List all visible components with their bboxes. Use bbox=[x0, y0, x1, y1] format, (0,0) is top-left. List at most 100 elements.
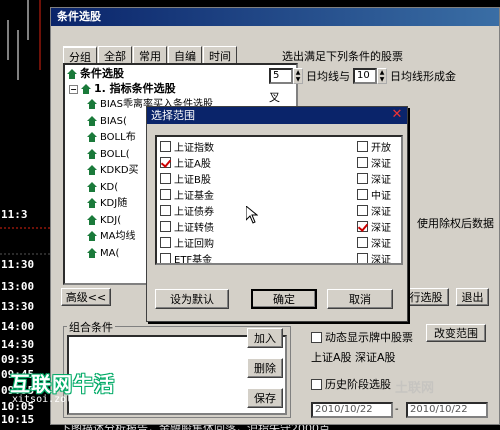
range-checkbox[interactable] bbox=[160, 188, 171, 200]
date-range-separator: - bbox=[395, 404, 399, 415]
ma-long-spinner[interactable]: ▲ ▼ bbox=[377, 68, 387, 84]
tree-item[interactable]: BIAS( bbox=[87, 115, 127, 128]
range-checkbox[interactable] bbox=[160, 172, 171, 184]
watermark-corner: 土联网 bbox=[395, 381, 435, 396]
date-from-input[interactable]: 2010/10/22 bbox=[311, 402, 393, 418]
tab-common[interactable]: 常用 bbox=[133, 46, 167, 63]
range-checkbox[interactable] bbox=[357, 236, 368, 248]
watermark-logo: 互联网牛活 bbox=[10, 372, 115, 396]
ok-button[interactable]: 确定 bbox=[251, 289, 317, 309]
tab-group[interactable]: 分组 bbox=[63, 46, 97, 64]
range-item[interactable]: 深证 bbox=[357, 218, 391, 234]
range-item[interactable]: 上证B股 bbox=[160, 170, 211, 186]
tree-item[interactable]: MA均线 bbox=[87, 231, 135, 243]
range-item[interactable]: 上证基金 bbox=[160, 186, 214, 202]
range-item[interactable]: 深证 bbox=[357, 154, 391, 170]
range-checkbox[interactable] bbox=[357, 252, 368, 263]
ma-long-input[interactable]: 10 bbox=[353, 68, 377, 84]
ma-short-input[interactable]: 5 bbox=[269, 68, 293, 84]
range-item[interactable]: 深证 bbox=[357, 234, 391, 250]
advanced-button[interactable]: 高级<< bbox=[61, 288, 111, 306]
time-label: 14:30 bbox=[1, 338, 35, 351]
group-condition-label: 组合条件 bbox=[67, 319, 115, 335]
range-item[interactable]: 上证转债 bbox=[160, 218, 214, 234]
range-item[interactable]: 上证债券 bbox=[160, 202, 214, 218]
tree-item[interactable]: KDJ随 bbox=[87, 198, 127, 210]
range-checkbox[interactable] bbox=[160, 156, 171, 168]
range-checkbox[interactable] bbox=[357, 188, 368, 200]
collapse-icon[interactable]: − bbox=[69, 85, 78, 94]
range-item[interactable]: 上证A股 bbox=[160, 154, 211, 170]
ma-params: 5 ▲ ▼ 日均线与 10 ▲ ▼ 日均线形成金 bbox=[269, 68, 459, 84]
range-item[interactable]: 上证指数 bbox=[160, 138, 214, 154]
ma-short-spinner[interactable]: ▲ ▼ bbox=[293, 68, 303, 84]
execute-select-button[interactable]: 行选股 bbox=[403, 288, 449, 306]
main-titlebar[interactable]: 条件选股 bbox=[51, 8, 499, 26]
time-label: 11:30 bbox=[1, 258, 35, 271]
range-checkbox[interactable] bbox=[357, 172, 368, 184]
formula-icon bbox=[87, 181, 97, 192]
change-range-button[interactable]: 改变范围 bbox=[426, 324, 486, 342]
range-item[interactable]: 中证 bbox=[357, 186, 391, 202]
dynamic-display-check[interactable] bbox=[311, 331, 322, 343]
formula-icon bbox=[87, 132, 97, 142]
formula-icon bbox=[87, 165, 97, 175]
tree-item[interactable]: MA( bbox=[87, 247, 119, 260]
range-checkbox[interactable] bbox=[160, 204, 171, 216]
mouse-cursor-icon bbox=[246, 206, 258, 224]
tree-item[interactable]: KDKD买 bbox=[87, 165, 139, 177]
range-titlebar[interactable]: 选择范围 bbox=[147, 107, 407, 124]
tab-all[interactable]: 全部 bbox=[98, 46, 132, 63]
save-button[interactable]: 保存 bbox=[247, 388, 283, 408]
history-stage-checkbox[interactable]: 历史阶段选股 bbox=[311, 376, 391, 392]
close-icon[interactable]: ✕ bbox=[390, 108, 404, 122]
category-tabs: 分组 全部 常用 自编 时间 bbox=[63, 46, 238, 64]
tree-item[interactable]: KDJ( bbox=[87, 214, 121, 227]
add-button[interactable]: 加入 bbox=[247, 328, 283, 348]
time-label: 13:00 bbox=[1, 280, 35, 293]
range-checkbox[interactable] bbox=[357, 156, 368, 168]
cross-label: 叉 bbox=[269, 91, 280, 104]
range-checkbox[interactable] bbox=[160, 236, 171, 248]
tab-time[interactable]: 时间 bbox=[203, 46, 237, 63]
time-label: 11:3 bbox=[1, 208, 28, 221]
cancel-button[interactable]: 取消 bbox=[327, 289, 393, 309]
range-checkbox[interactable] bbox=[357, 140, 368, 152]
exit-button[interactable]: 退出 bbox=[456, 288, 489, 306]
range-checkbox[interactable] bbox=[357, 204, 368, 216]
folder-icon bbox=[81, 84, 91, 94]
condition-description-title: 选出满足下列条件的股票 bbox=[282, 50, 403, 63]
tree-item[interactable]: BOLL布 bbox=[87, 132, 136, 144]
tab-custom[interactable]: 自编 bbox=[168, 46, 202, 63]
formula-icon bbox=[87, 247, 97, 258]
time-label: 14:00 bbox=[1, 320, 35, 333]
range-checkbox[interactable] bbox=[160, 220, 171, 232]
formula-icon bbox=[87, 99, 97, 109]
time-label: 10:15 bbox=[1, 413, 35, 426]
tree-item[interactable]: BOLL( bbox=[87, 148, 130, 161]
range-item[interactable]: 上证回购 bbox=[160, 234, 214, 250]
selected-range-display: 上证A股 深证A股 bbox=[311, 351, 396, 364]
tree-root[interactable]: 条件选股 bbox=[67, 68, 124, 80]
range-checkbox[interactable] bbox=[160, 252, 171, 263]
range-item[interactable]: 深证 bbox=[357, 170, 391, 186]
time-label: 13:30 bbox=[1, 300, 35, 313]
time-label: 09:35 bbox=[1, 353, 35, 366]
range-list[interactable]: 上证指数 上证A股 上证B股 上证基金 上证债券 上证转债 上证回购 ETF基金 开放 深证 深证中… bbox=[155, 135, 403, 265]
formula-icon bbox=[87, 231, 97, 241]
range-item[interactable]: 深证 bbox=[357, 202, 391, 218]
set-default-button[interactable]: 设为默认 bbox=[155, 289, 229, 309]
range-checkbox[interactable] bbox=[357, 220, 368, 232]
tree-group[interactable]: −1. 指标条件选股 bbox=[69, 83, 176, 95]
range-item[interactable]: 深证 bbox=[357, 250, 391, 263]
date-to-input[interactable]: 2010/10/22 bbox=[406, 402, 488, 418]
range-item[interactable]: ETF基金 bbox=[160, 250, 212, 263]
delete-button[interactable]: 删除 bbox=[247, 358, 283, 378]
tree-item[interactable]: KD( bbox=[87, 181, 118, 194]
range-item[interactable]: 开放 bbox=[357, 138, 391, 154]
history-stage-check[interactable] bbox=[311, 378, 322, 390]
dynamic-display-checkbox[interactable]: 动态显示牌中股票 bbox=[311, 329, 413, 345]
use-restore-checkbox[interactable]: 使用除权后数据 bbox=[417, 215, 494, 231]
home-icon bbox=[67, 69, 77, 79]
range-checkbox[interactable] bbox=[160, 140, 171, 152]
